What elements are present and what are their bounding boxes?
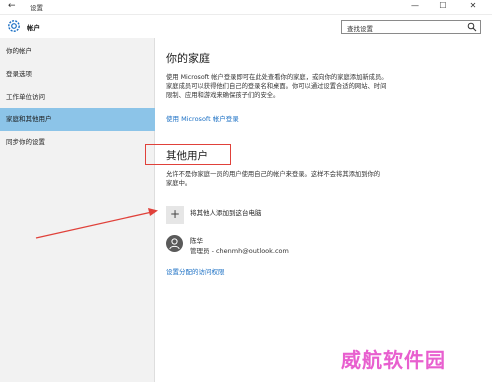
- annotation-arrow: [35, 208, 158, 239]
- watermark: 威航软件园: [341, 348, 446, 372]
